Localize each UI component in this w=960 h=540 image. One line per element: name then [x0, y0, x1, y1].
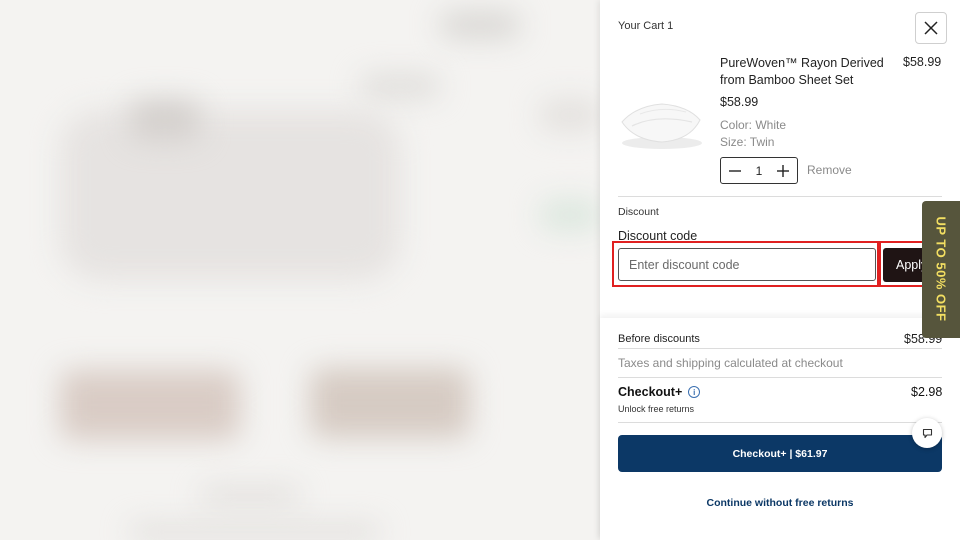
close-icon — [924, 21, 938, 35]
cart-drawer: Your Cart 1 PureWoven™ Rayon Derived fro… — [600, 0, 960, 540]
chat-icon — [922, 428, 932, 438]
divider — [618, 377, 942, 378]
checkout-plus-button[interactable]: Checkout+ | $61.97 — [618, 435, 942, 472]
plus-icon — [777, 164, 789, 177]
tax-note: Taxes and shipping calculated at checkou… — [618, 356, 843, 370]
blurred-background-page — [0, 0, 600, 540]
checkout-plus-row-label: Checkout+ i — [618, 385, 701, 399]
before-discounts-label: Before discounts — [618, 333, 700, 345]
chat-button[interactable] — [912, 418, 942, 448]
info-icon[interactable]: i — [688, 386, 701, 398]
divider — [618, 422, 942, 423]
increase-quantity-button[interactable] — [777, 164, 789, 177]
product-image — [621, 103, 702, 149]
product-name[interactable]: PureWoven™ Rayon Derived from Bamboo She… — [720, 55, 890, 89]
discount-section-title: Discount — [618, 206, 659, 218]
close-button[interactable] — [915, 12, 947, 44]
minus-icon — [729, 169, 741, 172]
divider — [618, 348, 942, 349]
checkout-plus-label: Checkout+ — [618, 385, 683, 399]
product-price: $58.99 — [720, 95, 759, 109]
product-size: Size: Twin — [720, 135, 775, 149]
order-summary: Before discounts $58.99 Taxes and shippi… — [600, 318, 960, 540]
quantity-value[interactable]: 1 — [756, 164, 763, 178]
decrease-quantity-button[interactable] — [729, 165, 741, 177]
cart-title: Your Cart 1 — [618, 20, 674, 32]
promo-label: UP TO 50% OFF — [933, 216, 949, 322]
unlock-free-returns-note: Unlock free returns — [618, 404, 695, 414]
checkout-plus-price: $2.98 — [911, 385, 943, 399]
divider — [618, 196, 942, 197]
product-color: Color: White — [720, 118, 787, 132]
discount-code-label: Discount code — [618, 229, 698, 243]
quantity-stepper: 1 — [720, 157, 798, 184]
promo-side-tab[interactable]: UP TO 50% OFF — [922, 201, 960, 338]
discount-code-input[interactable] — [618, 248, 876, 281]
continue-without-free-returns-link[interactable]: Continue without free returns — [600, 497, 960, 509]
line-item-total: $58.99 — [903, 55, 942, 69]
remove-item-link[interactable]: Remove — [807, 163, 852, 177]
